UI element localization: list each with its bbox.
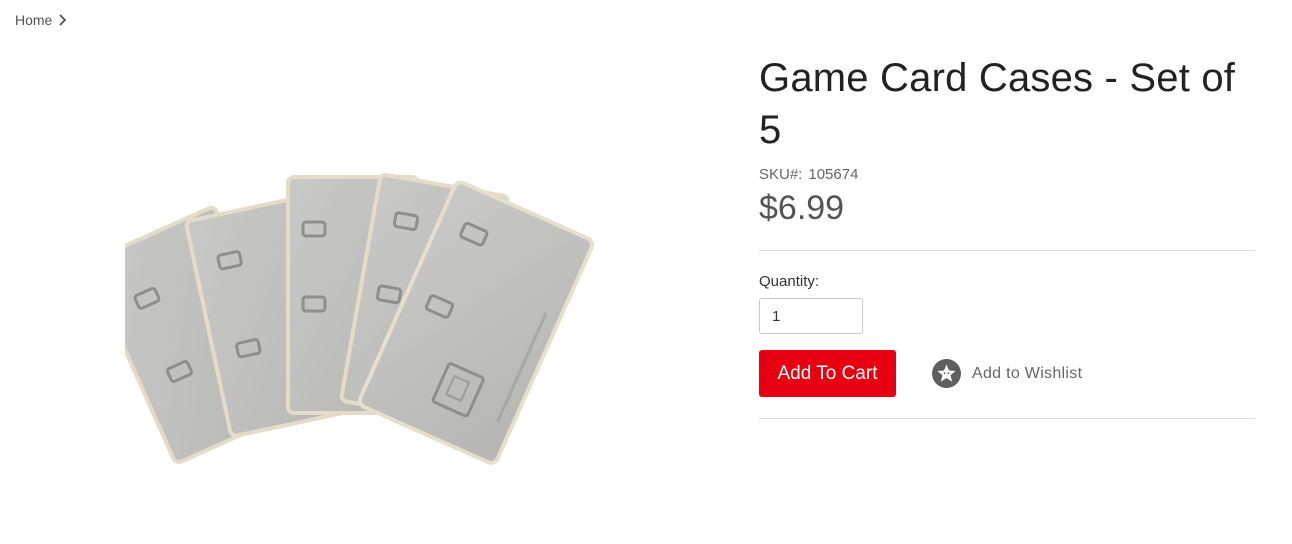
add-to-cart-button[interactable]: Add To Cart [759,350,896,397]
product-actions: Add To Cart Add to Wishlist [759,350,1255,397]
wishlist-label: Add to Wishlist [972,364,1083,382]
divider [759,418,1255,419]
product-title: Game Card Cases - Set of 5 [759,56,1236,152]
quantity-label: Quantity: [759,273,820,290]
product-info: Game Card Cases - Set of 5 SKU#: 105674 $… [759,52,1255,419]
add-to-wishlist-link[interactable]: Add to Wishlist [932,359,1082,388]
sku-label: SKU#: [759,166,803,183]
product-image[interactable] [86,165,605,475]
sku-line: SKU#: 105674 [759,166,1255,183]
divider [759,250,1255,251]
chevron-right-icon [59,14,67,26]
breadcrumb-home-link[interactable]: Home [15,12,52,28]
product-price: $6.99 [759,189,845,227]
breadcrumb: Home [15,12,67,28]
sku-value: 105674 [808,166,859,183]
game-card-cases-image [86,173,595,465]
star-icon [932,359,961,388]
quantity-input[interactable] [759,298,863,334]
